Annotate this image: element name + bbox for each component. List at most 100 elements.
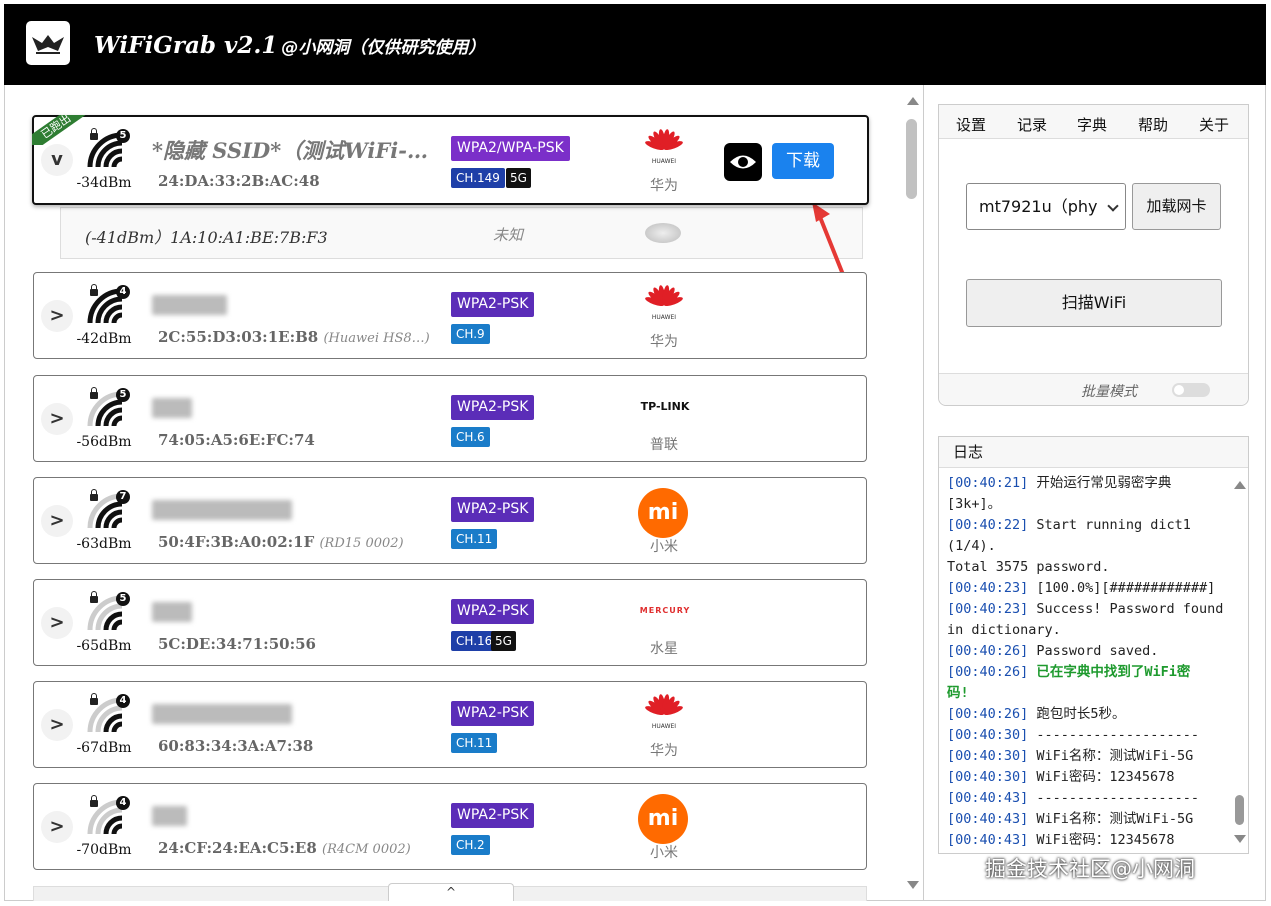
batch-mode-bar: 批量模式: [939, 373, 1248, 405]
list-scrollbar[interactable]: [903, 93, 921, 893]
signal-bar: [111, 619, 123, 631]
signal-strength: -34dBm: [76, 175, 132, 191]
scroll-up-icon[interactable]: [907, 97, 919, 105]
bssid-label: 50:4F:3B:A0:02:1F (RD15 0002): [158, 533, 404, 551]
log-text: WiFi密码：12345678: [1028, 832, 1175, 848]
network-card[interactable]: >4 -42dBm 2C:55:D3:03:1E:B8 (Huawei HS8…) W…: [33, 272, 867, 359]
log-line: [00:40:21] 开始运行常见弱密字典: [947, 473, 1229, 494]
log-timestamp: [00:40:30]: [947, 748, 1029, 764]
client-vendor: 未知: [493, 226, 524, 244]
vendor-logo: HUAWEI: [634, 129, 694, 165]
ssid-label: *隐藏 SSID*（测试WiFi-…: [152, 138, 428, 163]
log-timestamp: [00:40:23]: [947, 580, 1029, 596]
expand-toggle[interactable]: >: [41, 403, 73, 435]
batch-mode-toggle[interactable]: [1172, 383, 1210, 397]
signal-bar: [111, 721, 123, 733]
menu-about[interactable]: 关于: [1199, 114, 1229, 135]
mercury-logo: MERCURY: [639, 606, 691, 615]
menu-help[interactable]: 帮助: [1138, 114, 1168, 135]
log-timestamp: [00:40:30]: [947, 727, 1029, 743]
vendor-name: 小米: [650, 845, 678, 861]
watermark: 掘金技术社区@小网洞: [985, 857, 1195, 881]
signal-bar: [111, 156, 123, 168]
log-line: [00:40:26] 跑包时长5秒。: [947, 704, 1229, 725]
client-count-badge: 4: [116, 285, 130, 299]
log-title: 日志: [939, 437, 1248, 468]
vendor-name: 华为: [650, 743, 678, 759]
lock-icon: [90, 693, 98, 705]
vendor-name: 华为: [650, 178, 678, 194]
log-text: 已在字典中找到了WiFi密: [1028, 664, 1191, 680]
vendor-logo: HUAWEI: [634, 694, 694, 730]
expand-toggle[interactable]: v: [41, 144, 73, 176]
log-line: [00:40:30] --------------------: [947, 725, 1229, 746]
log-line: [00:40:26] Password saved.: [947, 641, 1229, 662]
band-badge: 5G: [491, 631, 516, 651]
found-ribbon: 已跑出: [32, 115, 92, 145]
client-row[interactable]: (-41dBm）1A:10:A1:BE:7B:F3 未知: [60, 207, 863, 259]
unknown-vendor-icon: [645, 223, 681, 243]
signal-strength: -56dBm: [76, 434, 132, 450]
log-timestamp: [00:40:43]: [947, 790, 1029, 806]
network-card[interactable]: 已跑出 v 5 -34dBm *隐藏 SSID*（测试WiFi-… 24:DA:33:2B…: [32, 115, 869, 205]
signal-strength: -42dBm: [76, 331, 132, 347]
menu-dictionary[interactable]: 字典: [1077, 114, 1107, 135]
menu-settings[interactable]: 设置: [956, 114, 986, 135]
log-scrollbar[interactable]: [1231, 469, 1248, 853]
view-password-button[interactable]: [724, 143, 762, 181]
found-ribbon-label: 已跑出: [32, 115, 90, 145]
network-card[interactable]: >5 -65dBm 5C:DE:34:71:50:56 WPA2-PSK CH.161…: [33, 579, 867, 666]
load-adapter-button[interactable]: 加载网卡: [1132, 183, 1221, 230]
ssid-redacted: [152, 704, 292, 724]
expand-toggle[interactable]: >: [41, 300, 73, 332]
client-count-badge: 4: [116, 694, 130, 708]
scroll-down-icon[interactable]: [1234, 835, 1246, 843]
expand-toggle[interactable]: >: [41, 505, 73, 537]
scan-wifi-button[interactable]: 扫描WiFi: [966, 279, 1222, 327]
network-card[interactable]: >7 -63dBm 50:4F:3B:A0:02:1F (RD15 0002) WPA…: [33, 477, 867, 564]
huawei-logo: HUAWEI: [645, 129, 683, 165]
encryption-badge: WPA2-PSK: [451, 599, 535, 624]
menu-bar: 设置 记录 字典 帮助 关于: [939, 105, 1248, 139]
title-bar: WiFiGrab v2.1 @小网洞（仅供研究使用）: [4, 4, 1266, 85]
scroll-thumb[interactable]: [1235, 795, 1244, 825]
log-text: 码!: [947, 685, 969, 701]
log-panel: 日志 [00:40:21] 开始运行常见弱密字典 [3k+]。 [00:40:22]…: [938, 436, 1249, 854]
lock-icon: [90, 489, 98, 501]
network-card[interactable]: >4 -70dBm 24:CF:24:EA:C5:E8 (R4CM 0002) WPA…: [33, 783, 867, 870]
xiaomi-logo: mi: [638, 794, 688, 844]
adapter-select[interactable]: mt7921u（phy: [966, 183, 1126, 230]
encryption-badge: WPA2-PSK: [451, 701, 535, 726]
log-text: 开始运行常见弱密字典: [1028, 475, 1172, 491]
channel-badge: CH.11: [451, 733, 498, 753]
menu-history[interactable]: 记录: [1017, 114, 1047, 135]
expand-toggle[interactable]: >: [41, 607, 73, 639]
lock-icon: [90, 795, 98, 807]
huawei-logo-text: HUAWEI: [652, 158, 676, 165]
expand-toggle[interactable]: >: [41, 811, 73, 843]
encryption-badge: WPA2-PSK: [451, 497, 535, 522]
log-text: WiFi名称：测试WiFi-5G: [1028, 748, 1194, 764]
scroll-down-icon[interactable]: [907, 881, 919, 889]
network-card[interactable]: >4 -67dBm 60:83:34:3A:A7:38 WPA2-PSK CH.11 H…: [33, 681, 867, 768]
expand-toggle[interactable]: >: [41, 709, 73, 741]
client-count-badge: 7: [116, 490, 130, 504]
lock-icon: [90, 387, 98, 399]
log-line: [00:40:43] --------------------: [947, 788, 1229, 809]
huawei-logo: HUAWEI: [645, 285, 683, 321]
network-card[interactable]: >5 -56dBm 74:05:A5:6E:FC:74 WPA2-PSK CH.6 TP…: [33, 375, 867, 462]
signal-indicator: 4: [86, 284, 136, 325]
collapse-tab[interactable]: ^: [388, 883, 514, 901]
scroll-up-icon[interactable]: [1234, 481, 1246, 489]
client-count-badge: 5: [116, 592, 130, 606]
signal-strength: -65dBm: [76, 638, 132, 654]
download-button[interactable]: 下载: [772, 143, 834, 179]
log-content[interactable]: [00:40:21] 开始运行常见弱密字典 [3k+]。 [00:40:22] St…: [939, 469, 1229, 853]
signal-indicator: 4: [86, 795, 136, 836]
eye-icon: [730, 155, 756, 169]
lock-icon: [90, 284, 98, 296]
scroll-thumb[interactable]: [906, 119, 917, 199]
log-line: [00:40:43] WiFi名称：测试WiFi-5G: [947, 809, 1229, 830]
log-line: [00:40:23] [100.0%][############]: [947, 578, 1229, 599]
log-timestamp: [00:40:30]: [947, 769, 1029, 785]
